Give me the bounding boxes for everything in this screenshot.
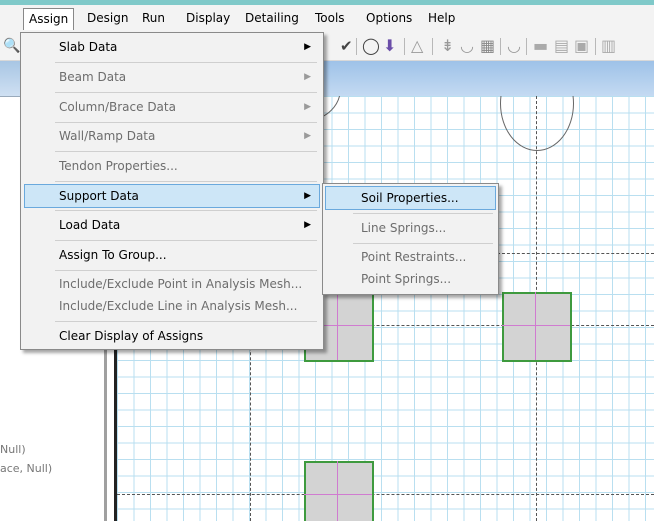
menu-assign[interactable]: Assign	[23, 8, 75, 30]
menu-separator	[55, 122, 317, 123]
menu-item-label: Column/Brace Data	[59, 100, 176, 114]
menu-separator	[55, 151, 317, 152]
grid-icon[interactable]: ▦	[480, 38, 495, 54]
menu-item-label: Line Springs...	[361, 221, 447, 235]
menu-item-label: Slab Data	[59, 40, 118, 54]
circle-column-icon[interactable]: ◯	[362, 38, 380, 54]
menu-item-clear-display-of-assigns[interactable]: Clear Display of Assigns	[49, 325, 319, 347]
tree-item[interactable]: ace, Null)	[0, 462, 52, 475]
menu-item-support-data[interactable]: Support Data ▶	[24, 184, 320, 208]
grid-line	[497, 253, 654, 254]
menu-separator	[55, 181, 317, 182]
assign-menu: Slab Data ▶ Beam Data ▶ Column/Brace Dat…	[20, 32, 324, 350]
menu-item-include-exclude-point[interactable]: Include/Exclude Point in Analysis Mesh..…	[49, 273, 319, 295]
support-axis	[337, 292, 338, 360]
menu-item-label: Support Data	[59, 189, 139, 203]
menu-item-label: Clear Display of Assigns	[59, 329, 204, 343]
menu-item-label: Include/Exclude Line in Analysis Mesh...	[59, 299, 298, 313]
toolbar-separator	[500, 38, 501, 55]
menu-detailing[interactable]: Detailing	[240, 9, 304, 28]
menu-item-label: Soil Properties...	[361, 191, 459, 205]
check-icon[interactable]: ✔	[340, 38, 353, 54]
menu-item-assign-to-group[interactable]: Assign To Group...	[49, 244, 319, 266]
zoom-icon[interactable]: 🔍	[3, 38, 20, 54]
menu-options[interactable]: Options	[361, 9, 417, 28]
toolbar-separator	[404, 38, 405, 55]
menu-item-label: Beam Data	[59, 70, 127, 84]
toolbar-separator	[356, 38, 357, 55]
support-axis	[337, 461, 338, 521]
submenu-arrow-icon: ▶	[304, 102, 311, 112]
toolbar-separator	[526, 38, 527, 55]
menu-item-column-brace-data[interactable]: Column/Brace Data ▶	[49, 96, 319, 118]
menu-item-beam-data[interactable]: Beam Data ▶	[49, 66, 319, 88]
menu-item-label: Point Springs...	[361, 272, 452, 286]
menu-separator	[55, 62, 317, 63]
menu-item-label: Load Data	[59, 218, 121, 232]
triangle-icon[interactable]: △	[411, 38, 423, 54]
support-axis	[535, 292, 536, 360]
menu-item-include-exclude-line[interactable]: Include/Exclude Line in Analysis Mesh...	[49, 295, 319, 317]
menu-separator	[55, 321, 317, 322]
menu-item-point-springs[interactable]: Point Springs...	[351, 268, 496, 290]
support-area[interactable]	[304, 461, 374, 521]
menu-separator	[55, 210, 317, 211]
point-load-icon[interactable]: ⬇	[383, 38, 396, 54]
menu-item-label: Wall/Ramp Data	[59, 129, 156, 143]
slab-icon[interactable]: ◡	[460, 38, 474, 54]
submenu-arrow-icon: ▶	[304, 72, 311, 82]
menu-item-label: Include/Exclude Point in Analysis Mesh..…	[59, 277, 303, 291]
settings-icon[interactable]: ▥	[601, 38, 616, 54]
menu-display[interactable]: Display	[181, 9, 235, 28]
menu-item-point-restraints[interactable]: Point Restraints...	[351, 246, 496, 268]
support-axis	[502, 325, 570, 326]
menu-item-line-springs[interactable]: Line Springs...	[351, 217, 496, 239]
menu-item-tendon-properties[interactable]: Tendon Properties...	[49, 155, 319, 177]
submenu-arrow-icon: ▶	[304, 220, 311, 230]
toolbar-separator	[432, 38, 433, 55]
menu-bar: Assign Design Run Display Detailing Tool…	[0, 5, 654, 32]
support-axis	[304, 494, 372, 495]
menu-item-wall-ramp-data[interactable]: Wall/Ramp Data ▶	[49, 125, 319, 147]
menu-separator	[55, 92, 317, 93]
menu-design[interactable]: Design	[82, 9, 133, 28]
menu-separator	[353, 243, 493, 244]
menu-item-load-data[interactable]: Load Data ▶	[49, 214, 319, 236]
menu-separator	[55, 240, 317, 241]
submenu-arrow-icon: ▶	[304, 131, 311, 141]
menu-separator	[55, 270, 317, 271]
submenu-arrow-icon: ▶	[304, 42, 311, 52]
tree-item[interactable]: Null)	[0, 443, 26, 456]
grid-line	[117, 494, 654, 495]
wall-icon[interactable]: ▬	[533, 38, 548, 54]
toolbar-separator	[595, 38, 596, 55]
submenu-arrow-icon: ▶	[304, 191, 311, 201]
menu-item-slab-data[interactable]: Slab Data ▶	[49, 36, 319, 58]
menu-item-label: Tendon Properties...	[59, 159, 178, 173]
menu-separator	[353, 213, 493, 214]
menu-help[interactable]: Help	[423, 9, 460, 28]
menu-run[interactable]: Run	[137, 9, 170, 28]
menu-tools[interactable]: Tools	[310, 9, 350, 28]
tendon-icon[interactable]: ▤	[554, 38, 569, 54]
menu-item-soil-properties[interactable]: Soil Properties...	[325, 186, 496, 210]
menu-item-label: Point Restraints...	[361, 250, 467, 264]
support-area[interactable]	[502, 292, 572, 362]
spring-icon[interactable]: ⇟	[441, 38, 454, 54]
area-icon[interactable]: ▣	[574, 38, 589, 54]
menu-item-label: Assign To Group...	[59, 248, 167, 262]
support-data-submenu: Soil Properties... Line Springs... Point…	[322, 183, 499, 295]
beam-icon[interactable]: ◡	[507, 38, 521, 54]
